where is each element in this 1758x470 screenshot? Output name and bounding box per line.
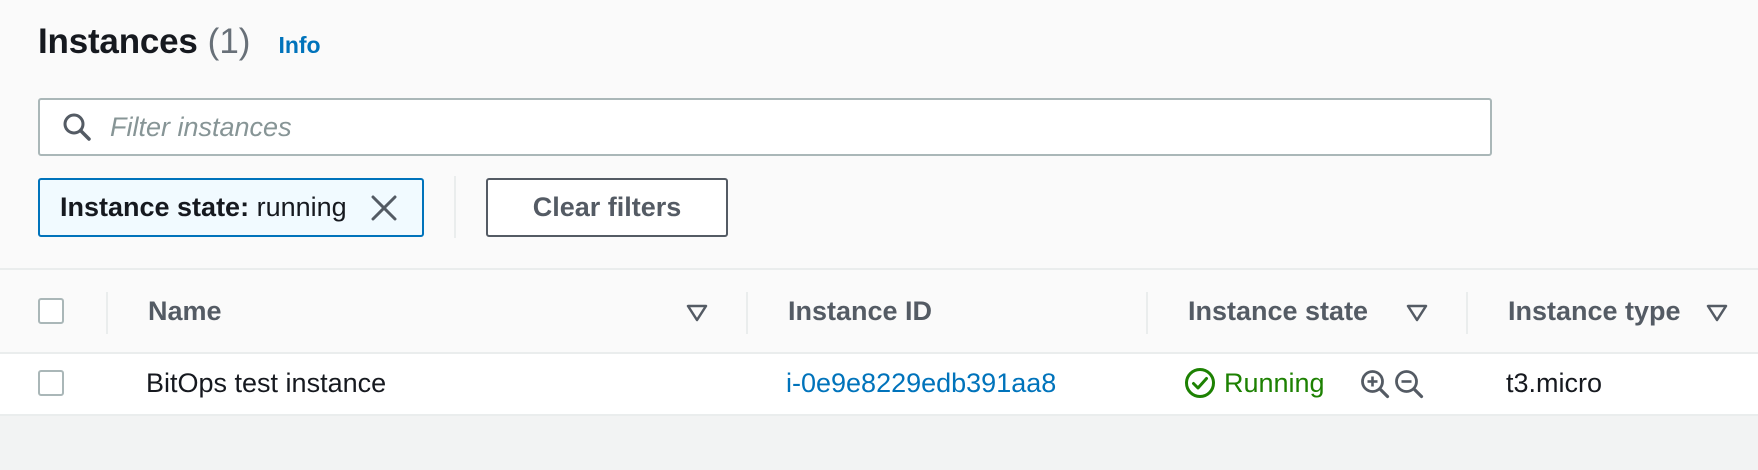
filter-token-text: Instance state: running [60,192,347,223]
close-icon[interactable] [367,191,401,225]
page-title: Instances [38,22,198,61]
select-all-checkbox[interactable] [38,298,64,324]
caret-down-outline-icon[interactable] [686,302,708,324]
column-divider [1466,292,1468,334]
row-select-checkbox[interactable] [38,370,64,396]
instance-name: BitOps test instance [146,368,387,398]
info-link[interactable]: Info [278,32,320,59]
panel-header: Instances (1) Info [38,22,321,70]
table-row[interactable]: BitOps test instance i-0e9e8229edb391aa8… [0,354,1758,416]
instance-state-label: Running [1224,367,1325,398]
caret-down-outline-icon[interactable] [1706,302,1728,324]
filter-token-value: running [256,192,347,222]
instance-type: t3.micro [1506,368,1603,398]
instance-count: (1) [207,22,251,61]
column-divider [1146,292,1148,334]
zoom-out-icon[interactable] [1394,369,1424,399]
column-header-name[interactable]: Name [148,296,222,327]
column-divider [746,292,748,334]
filter-token-instance-state: Instance state: running [38,178,424,237]
column-divider [106,292,108,334]
filter-divider [454,176,456,238]
clear-filters-button[interactable]: Clear filters [486,178,728,237]
status-success-icon [1185,368,1215,398]
column-header-instance-state[interactable]: Instance state [1188,296,1368,327]
column-header-instance-type[interactable]: Instance type [1508,296,1681,327]
instance-id-link[interactable]: i-0e9e8229edb391aa8 [786,368,1056,399]
caret-down-outline-icon[interactable] [1406,302,1428,324]
instance-state: Running [1184,367,1325,399]
table-header: Name Instance ID Instance state Instance… [0,268,1758,354]
filter-token-key: Instance state: [60,192,250,222]
column-header-instance-id[interactable]: Instance ID [788,296,932,327]
search-icon [60,110,94,144]
zoom-in-icon[interactable] [1360,369,1390,399]
filter-search-box[interactable] [38,98,1492,156]
filter-instances-input[interactable] [110,111,1410,143]
